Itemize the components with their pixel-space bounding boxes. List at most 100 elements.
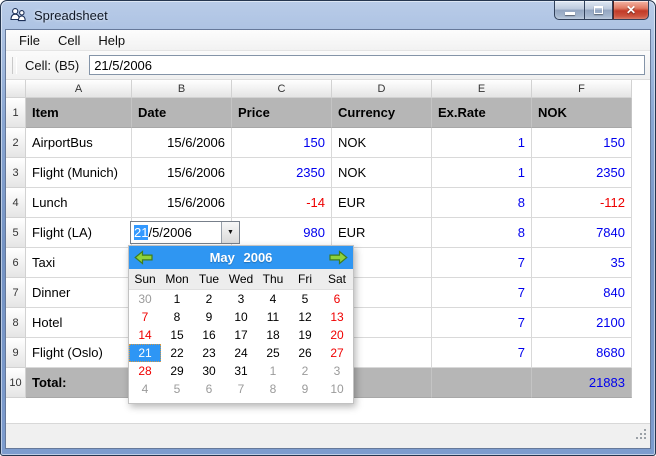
calendar-day-17-w3[interactable]: 17 bbox=[225, 326, 257, 344]
column-header-f[interactable]: F bbox=[532, 80, 632, 98]
calendar-day-6-w1[interactable]: 6 bbox=[321, 290, 353, 308]
calendar-day-8-w2[interactable]: 8 bbox=[161, 308, 193, 326]
cell-F7[interactable]: 840 bbox=[532, 278, 632, 308]
menu-item-file[interactable]: File bbox=[10, 31, 49, 50]
column-header-a[interactable]: A bbox=[26, 80, 132, 98]
row-header-5[interactable]: 5 bbox=[6, 218, 26, 248]
row-header-6[interactable]: 6 bbox=[6, 248, 26, 278]
cell-C2[interactable]: 150 bbox=[232, 128, 332, 158]
cell-A6[interactable]: Taxi bbox=[26, 248, 132, 278]
calendar-day-13-w2[interactable]: 13 bbox=[321, 308, 353, 326]
calendar-day-22-w4[interactable]: 22 bbox=[161, 344, 193, 362]
cell-E6[interactable]: 7 bbox=[432, 248, 532, 278]
column-header-b[interactable]: B bbox=[132, 80, 232, 98]
cell-A5[interactable]: Flight (LA) bbox=[26, 218, 132, 248]
cell-A8[interactable]: Hotel bbox=[26, 308, 132, 338]
cell-F10[interactable]: 21883 bbox=[532, 368, 632, 398]
formula-input[interactable] bbox=[89, 55, 645, 75]
row-header-8[interactable]: 8 bbox=[6, 308, 26, 338]
calendar-day-26-w4[interactable]: 26 bbox=[289, 344, 321, 362]
cell-D2[interactable]: NOK bbox=[332, 128, 432, 158]
close-button[interactable]: ✕ bbox=[613, 1, 649, 20]
cell-D1[interactable]: Currency bbox=[332, 98, 432, 128]
cell-A4[interactable]: Lunch bbox=[26, 188, 132, 218]
cell-E2[interactable]: 1 bbox=[432, 128, 532, 158]
cell-F6[interactable]: 35 bbox=[532, 248, 632, 278]
calendar-day-2-w1[interactable]: 2 bbox=[193, 290, 225, 308]
calendar-day-29-w5[interactable]: 29 bbox=[161, 362, 193, 380]
calendar-day-5-w1[interactable]: 5 bbox=[289, 290, 321, 308]
calendar-day-out-8-w6[interactable]: 8 bbox=[257, 380, 289, 398]
column-header-d[interactable]: D bbox=[332, 80, 432, 98]
row-header-10[interactable]: 10 bbox=[6, 368, 26, 398]
menu-item-help[interactable]: Help bbox=[89, 31, 134, 50]
cell-E1[interactable]: Ex.Rate bbox=[432, 98, 532, 128]
cell-B5[interactable]: 21/5/2006 ▼ bbox=[130, 218, 240, 248]
cell-F8[interactable]: 2100 bbox=[532, 308, 632, 338]
calendar-day-7-w2[interactable]: 7 bbox=[129, 308, 161, 326]
dropdown-arrow-button[interactable]: ▼ bbox=[221, 222, 239, 243]
calendar-day-19-w3[interactable]: 19 bbox=[289, 326, 321, 344]
toolbar-grip-handle[interactable] bbox=[12, 56, 17, 74]
row-header-9[interactable]: 9 bbox=[6, 338, 26, 368]
previous-month-button[interactable] bbox=[134, 250, 154, 265]
resize-grip[interactable] bbox=[635, 428, 648, 446]
calendar-day-out-3-w5[interactable]: 3 bbox=[321, 362, 353, 380]
calendar-day-out-7-w6[interactable]: 7 bbox=[225, 380, 257, 398]
cell-D5[interactable]: EUR bbox=[332, 218, 432, 248]
date-editor-combobox[interactable]: 21/5/2006 ▼ bbox=[130, 221, 240, 244]
row-header-2[interactable]: 2 bbox=[6, 128, 26, 158]
cell-B2[interactable]: 15/6/2006 bbox=[132, 128, 232, 158]
calendar-day-out-9-w6[interactable]: 9 bbox=[289, 380, 321, 398]
row-header-3[interactable]: 3 bbox=[6, 158, 26, 188]
calendar-day-24-w4[interactable]: 24 bbox=[225, 344, 257, 362]
cell-E9[interactable]: 7 bbox=[432, 338, 532, 368]
row-header-1[interactable]: 1 bbox=[6, 98, 26, 128]
calendar-day-10-w2[interactable]: 10 bbox=[225, 308, 257, 326]
cell-A1[interactable]: Item bbox=[26, 98, 132, 128]
menu-item-cell[interactable]: Cell bbox=[49, 31, 89, 50]
calendar-day-12-w2[interactable]: 12 bbox=[289, 308, 321, 326]
cell-C1[interactable]: Price bbox=[232, 98, 332, 128]
cell-A7[interactable]: Dinner bbox=[26, 278, 132, 308]
calendar-day-1-w1[interactable]: 1 bbox=[161, 290, 193, 308]
cell-E7[interactable]: 7 bbox=[432, 278, 532, 308]
cell-A10[interactable]: Total: bbox=[26, 368, 132, 398]
cell-B1[interactable]: Date bbox=[132, 98, 232, 128]
calendar-day-15-w3[interactable]: 15 bbox=[161, 326, 193, 344]
cell-C5[interactable]: 980 bbox=[232, 218, 332, 248]
cell-E10[interactable] bbox=[432, 368, 532, 398]
calendar-day-25-w4[interactable]: 25 bbox=[257, 344, 289, 362]
cell-B3[interactable]: 15/6/2006 bbox=[132, 158, 232, 188]
cell-A2[interactable]: AirportBus bbox=[26, 128, 132, 158]
calendar-day-4-w1[interactable]: 4 bbox=[257, 290, 289, 308]
calendar-day-3-w1[interactable]: 3 bbox=[225, 290, 257, 308]
calendar-day-14-w3[interactable]: 14 bbox=[129, 326, 161, 344]
calendar-day-out-1-w5[interactable]: 1 bbox=[257, 362, 289, 380]
cell-A3[interactable]: Flight (Munich) bbox=[26, 158, 132, 188]
cell-F4[interactable]: -112 bbox=[532, 188, 632, 218]
cell-E4[interactable]: 8 bbox=[432, 188, 532, 218]
calendar-day-20-w3[interactable]: 20 bbox=[321, 326, 353, 344]
calendar-day-out-10-w6[interactable]: 10 bbox=[321, 380, 353, 398]
cell-E3[interactable]: 1 bbox=[432, 158, 532, 188]
cell-F2[interactable]: 150 bbox=[532, 128, 632, 158]
calendar-day-27-w4[interactable]: 27 bbox=[321, 344, 353, 362]
column-header-e[interactable]: E bbox=[432, 80, 532, 98]
calendar-day-out-5-w6[interactable]: 5 bbox=[161, 380, 193, 398]
next-month-button[interactable] bbox=[328, 250, 348, 265]
calendar-day-16-w3[interactable]: 16 bbox=[193, 326, 225, 344]
calendar-day-9-w2[interactable]: 9 bbox=[193, 308, 225, 326]
column-header-c[interactable]: C bbox=[232, 80, 332, 98]
calendar-day-18-w3[interactable]: 18 bbox=[257, 326, 289, 344]
row-header-4[interactable]: 4 bbox=[6, 188, 26, 218]
row-header-7[interactable]: 7 bbox=[6, 278, 26, 308]
cell-A9[interactable]: Flight (Oslo) bbox=[26, 338, 132, 368]
calendar-day-28-w5[interactable]: 28 bbox=[129, 362, 161, 380]
calendar-day-out-2-w5[interactable]: 2 bbox=[289, 362, 321, 380]
cell-C3[interactable]: 2350 bbox=[232, 158, 332, 188]
cell-B4[interactable]: 15/6/2006 bbox=[132, 188, 232, 218]
corner-header[interactable] bbox=[6, 80, 26, 98]
calendar-day-out-6-w6[interactable]: 6 bbox=[193, 380, 225, 398]
calendar-day-21-w4[interactable]: 21 bbox=[129, 344, 161, 362]
